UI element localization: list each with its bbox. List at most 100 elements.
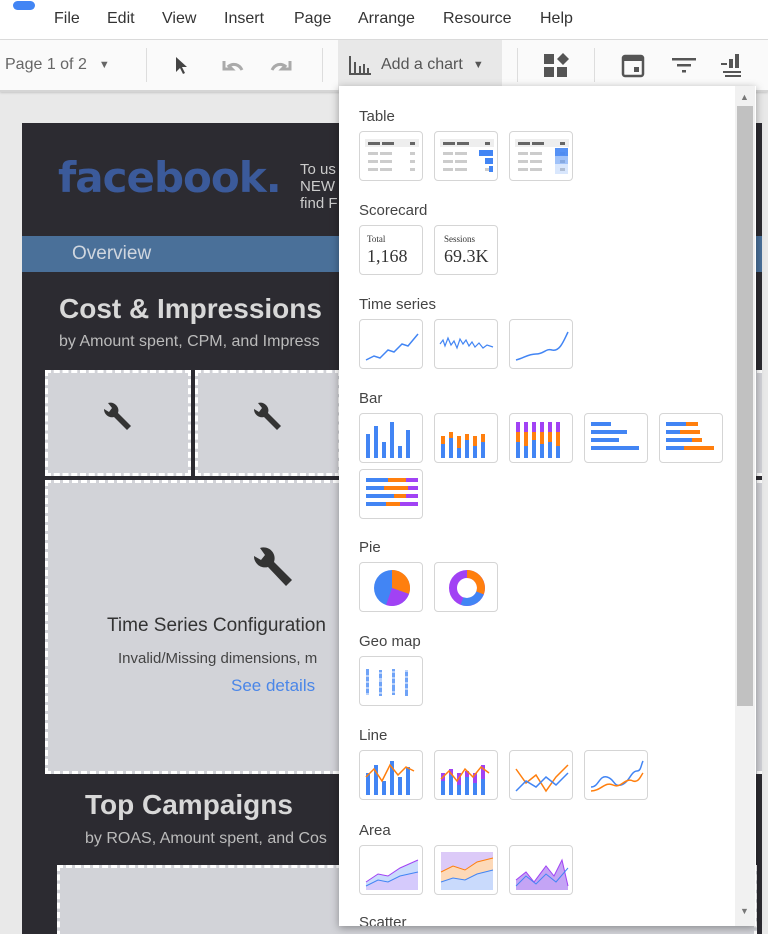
facebook-logo: facebook. bbox=[58, 153, 282, 202]
combo-chart-icon bbox=[365, 761, 415, 795]
calendar-icon bbox=[621, 54, 645, 78]
divider bbox=[146, 48, 147, 82]
chart-option-smoothed-line[interactable] bbox=[584, 750, 648, 800]
scroll-down-icon[interactable]: ▼ bbox=[740, 906, 749, 916]
undo-icon bbox=[222, 61, 244, 71]
menu-view[interactable]: View bbox=[162, 10, 196, 28]
chart-option-time-series[interactable] bbox=[359, 319, 423, 369]
data-control-button[interactable] bbox=[719, 40, 745, 90]
chart-option-column[interactable] bbox=[359, 413, 423, 463]
table-chart-icon bbox=[365, 139, 419, 171]
undo-button[interactable] bbox=[218, 40, 246, 90]
stacked-combo-chart-icon bbox=[440, 765, 490, 795]
error-title: Time Series Configuration bbox=[107, 615, 326, 636]
100-stacked-area-chart-icon bbox=[515, 858, 569, 890]
scorecard-total-chart-icon: Total 1,168 bbox=[367, 234, 408, 266]
add-chart-dropdown: Table Scorecard Total 1,168 Sessions 69.3K Tim… bbox=[339, 86, 756, 926]
svg-text:1,168: 1,168 bbox=[367, 246, 408, 266]
chart-option-geo-map[interactable] bbox=[359, 656, 423, 706]
menu-page[interactable]: Page bbox=[294, 10, 331, 28]
geo-map-chart-icon bbox=[366, 669, 408, 696]
chart-option-100-stacked-column[interactable] bbox=[509, 413, 573, 463]
stacked-column-chart-icon bbox=[441, 432, 485, 458]
section-label-scatter: Scatter bbox=[359, 914, 407, 926]
see-details-link[interactable]: See details bbox=[231, 676, 315, 696]
time-series-placeholder[interactable]: Time Series Configuration Invalid/Missin… bbox=[45, 480, 375, 774]
chart-option-smoothed-time-series[interactable] bbox=[509, 319, 573, 369]
chart-option-donut[interactable] bbox=[434, 562, 498, 612]
select-tool-button[interactable] bbox=[173, 40, 189, 90]
chart-option-table-bars[interactable] bbox=[434, 131, 498, 181]
chart-option-table[interactable] bbox=[359, 131, 423, 181]
intro-line: To us bbox=[300, 161, 336, 178]
app-logo[interactable] bbox=[13, 1, 35, 10]
chart-option-scorecard-sessions[interactable]: Sessions 69.3K bbox=[434, 225, 498, 275]
section-subtitle: by ROAS, Amount spent, and Cos bbox=[85, 830, 327, 847]
add-component-button[interactable] bbox=[543, 40, 571, 90]
menu-arrange[interactable]: Arrange bbox=[358, 10, 415, 28]
page-selector[interactable]: Page 1 of 2 ▼ bbox=[5, 40, 110, 90]
table-bars-chart-icon bbox=[440, 139, 494, 172]
add-chart-button[interactable]: Add a chart ▼ bbox=[338, 40, 502, 90]
date-range-button[interactable] bbox=[621, 40, 645, 90]
intro-line: NEW bbox=[300, 178, 335, 195]
redo-button[interactable] bbox=[268, 40, 296, 90]
svg-text:Total: Total bbox=[367, 234, 386, 244]
scrollbar[interactable]: ▲ ▼ bbox=[735, 86, 755, 926]
page-selector-label: Page 1 of 2 bbox=[5, 56, 87, 73]
area-chart-icon bbox=[365, 859, 419, 890]
chart-option-100-stacked-bar[interactable] bbox=[359, 469, 423, 519]
chart-option-stacked-column[interactable] bbox=[434, 413, 498, 463]
chart-option-stacked-combo[interactable] bbox=[434, 750, 498, 800]
bar-chart-icon bbox=[591, 422, 639, 450]
scroll-up-icon[interactable]: ▲ bbox=[740, 92, 749, 102]
scorecard-placeholder[interactable] bbox=[195, 370, 341, 476]
redo-icon bbox=[270, 61, 292, 71]
menu-edit[interactable]: Edit bbox=[107, 10, 135, 28]
chart-option-100-stacked-area[interactable] bbox=[509, 845, 573, 895]
section-label-table: Table bbox=[359, 108, 395, 125]
intro-line: find F bbox=[300, 195, 338, 212]
menu-help[interactable]: Help bbox=[540, 10, 573, 28]
section-title: Cost & Impressions bbox=[59, 293, 322, 324]
chart-option-area[interactable] bbox=[359, 845, 423, 895]
scrollbar-thumb[interactable] bbox=[737, 106, 753, 706]
error-message: Invalid/Missing dimensions, m bbox=[118, 650, 318, 667]
bar-chart-icon bbox=[349, 56, 371, 75]
chart-option-bar[interactable] bbox=[584, 413, 648, 463]
stacked-bar-chart-icon bbox=[666, 422, 714, 450]
chart-option-pie[interactable] bbox=[359, 562, 423, 612]
line-chart-icon bbox=[515, 764, 569, 793]
svg-text:Sessions: Sessions bbox=[444, 234, 476, 244]
100-stacked-bar-chart-icon bbox=[366, 478, 418, 506]
chevron-down-icon: ▼ bbox=[98, 59, 110, 71]
sparkline-chart-icon bbox=[439, 336, 494, 350]
section-label-time-series: Time series bbox=[359, 296, 436, 313]
stacked-area-chart-icon bbox=[440, 852, 494, 890]
filter-button[interactable] bbox=[671, 40, 697, 90]
section-label-geo-map: Geo map bbox=[359, 633, 421, 650]
scorecard-placeholder[interactable] bbox=[45, 370, 191, 476]
section-title: Top Campaigns bbox=[85, 789, 293, 820]
chart-option-stacked-bar[interactable] bbox=[659, 413, 723, 463]
chart-option-line[interactable] bbox=[509, 750, 573, 800]
section-label-scorecard: Scorecard bbox=[359, 202, 428, 219]
menu-resource[interactable]: Resource bbox=[443, 10, 511, 28]
smoothed-time-series-chart-icon bbox=[515, 331, 569, 361]
tab-overview[interactable]: Overview bbox=[72, 243, 151, 265]
section-label-line: Line bbox=[359, 727, 388, 744]
intro-text: To us NEW find F bbox=[300, 161, 338, 212]
cursor-icon bbox=[176, 57, 187, 74]
chart-option-combo[interactable] bbox=[359, 750, 423, 800]
chart-option-table-heatmap[interactable] bbox=[509, 131, 573, 181]
table-heatmap-chart-icon bbox=[515, 139, 569, 174]
divider bbox=[517, 48, 518, 82]
chart-option-sparkline[interactable] bbox=[434, 319, 498, 369]
chart-option-stacked-area[interactable] bbox=[434, 845, 498, 895]
menu-bar: File Edit View Insert Page Arrange Resou… bbox=[0, 0, 768, 40]
time-series-chart-icon bbox=[365, 333, 419, 361]
menu-insert[interactable]: Insert bbox=[224, 10, 264, 28]
wrench-icon bbox=[253, 547, 292, 586]
chart-option-scorecard-total[interactable]: Total 1,168 bbox=[359, 225, 423, 275]
menu-file[interactable]: File bbox=[54, 10, 80, 28]
